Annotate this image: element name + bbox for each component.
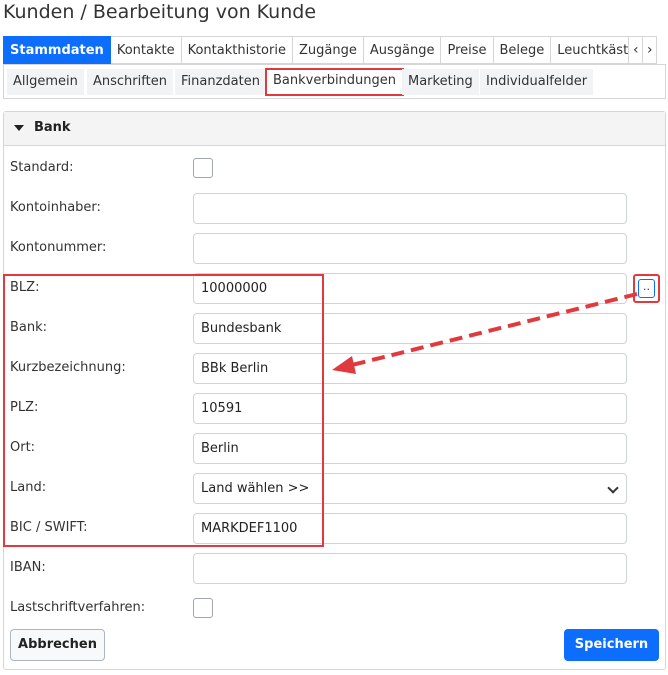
tab-kontakte[interactable]: Kontakte bbox=[110, 36, 182, 64]
tab-zugaenge[interactable]: Zugänge bbox=[292, 36, 364, 64]
kontoinhaber-label: Kontoinhaber: bbox=[10, 200, 101, 215]
chevron-down-icon bbox=[607, 482, 619, 494]
main-tabs: Stammdaten Kontakte Kontakthistorie Zugä… bbox=[3, 36, 666, 65]
panel-title: Bank bbox=[34, 120, 71, 135]
sub-tabs: Allgemein Anschriften Finanzdaten Bankve… bbox=[3, 65, 666, 99]
page-title: Kunden / Bearbeitung von Kunde bbox=[3, 1, 317, 23]
subtab-bankverbindungen[interactable]: Bankverbindungen bbox=[265, 68, 405, 96]
bank-panel-header[interactable]: Bank bbox=[4, 112, 665, 146]
cancel-button[interactable]: Abbrechen bbox=[10, 629, 105, 661]
tab-leuchtkaesten[interactable]: Leuchtkäst bbox=[551, 36, 630, 64]
kontoinhaber-input[interactable] bbox=[193, 193, 627, 224]
tab-preise[interactable]: Preise bbox=[441, 36, 494, 64]
standard-label: Standard: bbox=[10, 160, 74, 175]
subtab-marketing[interactable]: Marketing bbox=[402, 69, 479, 95]
subtab-anschriften[interactable]: Anschriften bbox=[87, 69, 173, 95]
bank-fields-highlight bbox=[3, 274, 324, 547]
subtab-individualfelder[interactable]: Individualfelder bbox=[480, 69, 594, 95]
iban-input[interactable] bbox=[193, 553, 627, 584]
lastschrift-label: Lastschriftverfahren: bbox=[10, 600, 146, 615]
iban-label: IBAN: bbox=[10, 560, 46, 575]
tab-ausgaenge[interactable]: Ausgänge bbox=[363, 36, 442, 64]
subtab-finanzdaten[interactable]: Finanzdaten bbox=[175, 69, 266, 95]
tabs-scroll-left-icon[interactable]: ‹ bbox=[629, 36, 644, 64]
tab-stammdaten[interactable]: Stammdaten bbox=[3, 36, 111, 64]
tabs-scroll-right-icon[interactable]: › bbox=[643, 36, 658, 64]
kontonummer-input[interactable] bbox=[193, 233, 627, 264]
tab-kontakthistorie[interactable]: Kontakthistorie bbox=[181, 36, 293, 64]
lastschrift-checkbox[interactable] bbox=[193, 598, 213, 618]
subtab-allgemein[interactable]: Allgemein bbox=[7, 69, 84, 95]
kontonummer-label: Kontonummer: bbox=[10, 240, 107, 255]
tab-belege[interactable]: Belege bbox=[493, 36, 552, 64]
save-button[interactable]: Speichern bbox=[564, 629, 659, 661]
bank-lookup-button[interactable]: .. bbox=[638, 279, 655, 298]
caret-down-icon bbox=[14, 125, 24, 131]
bank-lookup-highlight: .. bbox=[633, 274, 660, 303]
standard-checkbox[interactable] bbox=[193, 158, 213, 178]
